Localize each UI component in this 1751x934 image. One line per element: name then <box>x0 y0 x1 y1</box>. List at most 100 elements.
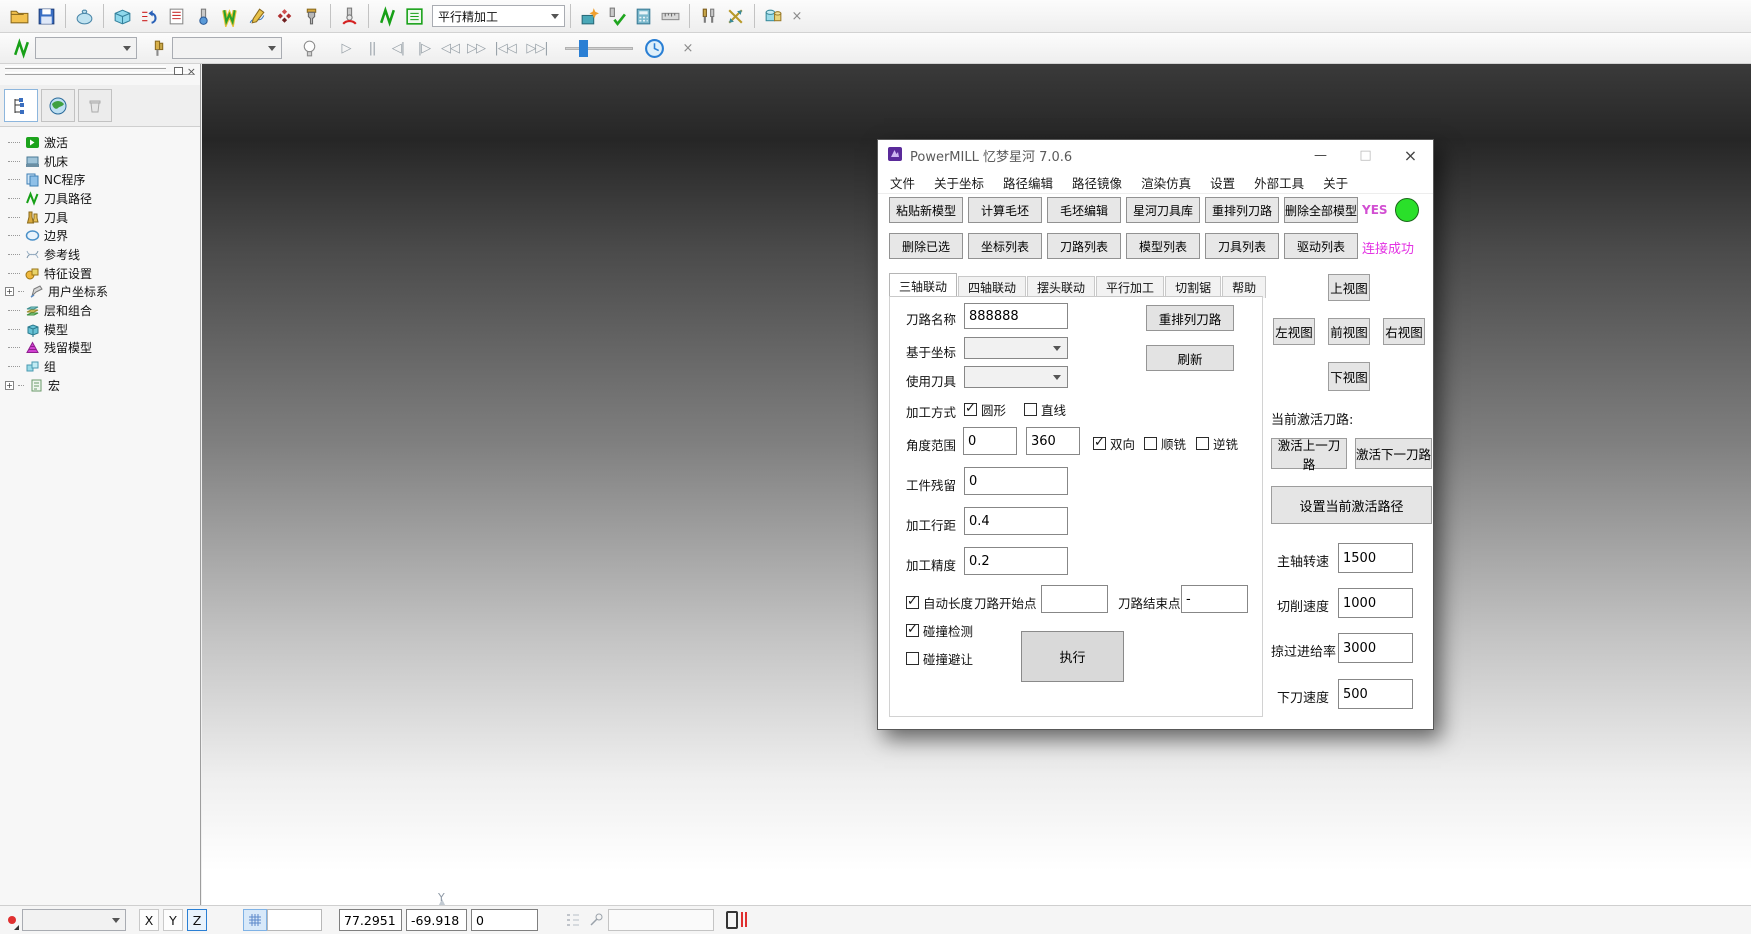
rearrange-button[interactable]: 重排列刀路 <box>1146 305 1234 331</box>
maximize-button[interactable]: □ <box>1343 140 1388 171</box>
toolpath-green-icon[interactable] <box>374 3 401 30</box>
skim-feed-field[interactable] <box>1338 633 1413 663</box>
explorer-tree-icon[interactable] <box>4 89 38 122</box>
toolbar-grip[interactable] <box>5 66 166 69</box>
view-front-button[interactable]: 前视图 <box>1328 318 1370 345</box>
device-icon[interactable] <box>726 911 738 929</box>
save-icon[interactable] <box>33 3 60 30</box>
cursor-y-field[interactable] <box>406 909 467 931</box>
cutting-feed-field[interactable] <box>1338 588 1413 618</box>
menu-render-sim[interactable]: 渲染仿真 <box>1141 173 1191 192</box>
tree-item-feature-sets[interactable]: 特征设置 <box>8 264 200 283</box>
cursor-z-field[interactable] <box>471 909 538 931</box>
plunge-feed-field[interactable] <box>1338 679 1413 709</box>
tool-select[interactable] <box>964 366 1068 388</box>
expander-icon[interactable]: + <box>5 287 14 296</box>
activate-prev-button[interactable]: 激活上一刀路 <box>1271 438 1347 469</box>
toolpath-name-field[interactable] <box>964 303 1068 329</box>
auto-length-checkbox[interactable]: 自动长度 <box>906 593 973 612</box>
execute-button[interactable]: 执行 <box>1021 631 1124 682</box>
menu-about[interactable]: 关于 <box>1323 173 1348 192</box>
tree-item-workplanes[interactable]: +用户坐标系 <box>8 283 200 302</box>
model-list-button[interactable]: 模型列表 <box>1126 233 1200 259</box>
slider-handle[interactable] <box>579 40 588 57</box>
tool-list-button[interactable]: 刀具列表 <box>1205 233 1279 259</box>
ruler-icon[interactable] <box>657 3 684 30</box>
tree-item-patterns[interactable]: 参考线 <box>8 245 200 264</box>
coord-list-button[interactable]: 坐标列表 <box>968 233 1042 259</box>
toolpath-strategy-icon[interactable] <box>136 3 163 30</box>
grid-icon[interactable] <box>243 909 267 931</box>
sim-tool-select[interactable] <box>172 37 282 59</box>
toolbar-grip[interactable] <box>5 72 195 75</box>
collision-check-icon[interactable] <box>336 3 363 30</box>
teapot-icon[interactable] <box>71 3 98 30</box>
cursor-x-field[interactable] <box>339 909 402 931</box>
start-point-field[interactable] <box>1041 585 1108 613</box>
menu-about-coords[interactable]: 关于坐标 <box>934 173 984 192</box>
paste-new-model-button[interactable]: 粘贴新模型 <box>889 197 963 223</box>
tree-item-tools[interactable]: 刀具 <box>8 208 200 227</box>
calculator-icon[interactable] <box>630 3 657 30</box>
expander-icon[interactable]: + <box>5 381 14 390</box>
tab-help[interactable]: 帮助 <box>1222 276 1266 298</box>
grid-size-field[interactable] <box>267 909 322 931</box>
tree-item-machine-tools[interactable]: 机床 <box>8 152 200 171</box>
toolbar-close-icon[interactable]: × <box>678 38 698 58</box>
jump-start-icon[interactable]: |◁◁ <box>489 36 521 60</box>
tool-library-button[interactable]: 星河刀具库 <box>1126 197 1200 223</box>
jump-end-icon[interactable]: ▷▷| <box>521 36 553 60</box>
tree-item-groups[interactable]: 组 <box>8 357 200 376</box>
pattern-pencil-icon[interactable] <box>244 3 271 30</box>
tool-holder-icon[interactable] <box>298 3 325 30</box>
climb-mill-checkbox[interactable]: 顺铣 <box>1144 434 1186 453</box>
stock-allowance-field[interactable] <box>964 467 1068 495</box>
tree-item-stock-models[interactable]: 残留模型 <box>8 339 200 358</box>
block-edit-button[interactable]: 毛坯编辑 <box>1047 197 1121 223</box>
tolerance-field[interactable] <box>964 547 1068 575</box>
collision-check-checkbox[interactable]: 碰撞检测 <box>906 621 973 640</box>
transform-icon[interactable] <box>722 3 749 30</box>
dialog-title-bar[interactable]: PowerMILL 忆梦星河 7.0.6 — □ × <box>878 140 1433 171</box>
collision-avoid-checkbox[interactable]: 碰撞避让 <box>906 649 973 668</box>
delete-all-models-button[interactable]: 删除全部模型 <box>1284 197 1358 223</box>
compute-block-button[interactable]: 计算毛坯 <box>968 197 1042 223</box>
sim-toolpath-select[interactable] <box>35 37 137 59</box>
record-dot-icon[interactable] <box>8 916 16 924</box>
view-bottom-button[interactable]: 下视图 <box>1328 362 1370 391</box>
tree-item-levels-sets[interactable]: 层和组合 <box>8 301 200 320</box>
xyz-list-icon[interactable] <box>565 912 581 931</box>
menu-settings[interactable]: 设置 <box>1210 173 1235 192</box>
corner-flyout-icon[interactable] <box>14 925 19 930</box>
delete-selected-button[interactable]: 删除已选 <box>889 233 963 259</box>
tree-item-models[interactable]: 模型 <box>8 320 200 339</box>
status-select[interactable] <box>22 909 126 931</box>
lightbulb-icon[interactable] <box>296 35 323 62</box>
view-left-button[interactable]: 左视图 <box>1273 318 1315 345</box>
axis-y-button[interactable]: Y <box>163 909 183 931</box>
toolbar-close-icon[interactable]: × <box>787 6 807 26</box>
toolbox-star-icon[interactable] <box>576 3 603 30</box>
feature-set-icon[interactable] <box>271 3 298 30</box>
menu-external-tools[interactable]: 外部工具 <box>1254 173 1304 192</box>
set-active-path-button[interactable]: 设置当前激活路径 <box>1271 486 1432 524</box>
view-top-button[interactable]: 上视图 <box>1328 274 1370 301</box>
block-icon[interactable] <box>109 3 136 30</box>
minimize-button[interactable]: — <box>1298 140 1343 171</box>
tree-item-boundaries[interactable]: 边界 <box>8 226 200 245</box>
tree-item-macros[interactable]: +宏 <box>8 376 200 395</box>
close-panel-icon[interactable]: × <box>187 65 196 78</box>
angle-end-field[interactable] <box>1026 427 1080 455</box>
tab-tilt-head[interactable]: 摆头联动 <box>1027 276 1095 298</box>
tab-saw[interactable]: 切割锯 <box>1165 276 1221 298</box>
stock-cylinders-icon[interactable] <box>760 3 787 30</box>
open-icon[interactable] <box>6 3 33 30</box>
clock-icon[interactable] <box>641 35 668 62</box>
bidirectional-checkbox[interactable]: 双向 <box>1093 434 1135 453</box>
stepover-field[interactable] <box>964 507 1068 535</box>
menu-path-mirror[interactable]: 路径镜像 <box>1072 173 1122 192</box>
method-circle-checkbox[interactable]: 圆形 <box>964 400 1006 419</box>
close-button[interactable]: × <box>1388 140 1433 171</box>
toolpath-list-button[interactable]: 刀路列表 <box>1047 233 1121 259</box>
axis-z-button[interactable]: Z <box>187 909 207 931</box>
